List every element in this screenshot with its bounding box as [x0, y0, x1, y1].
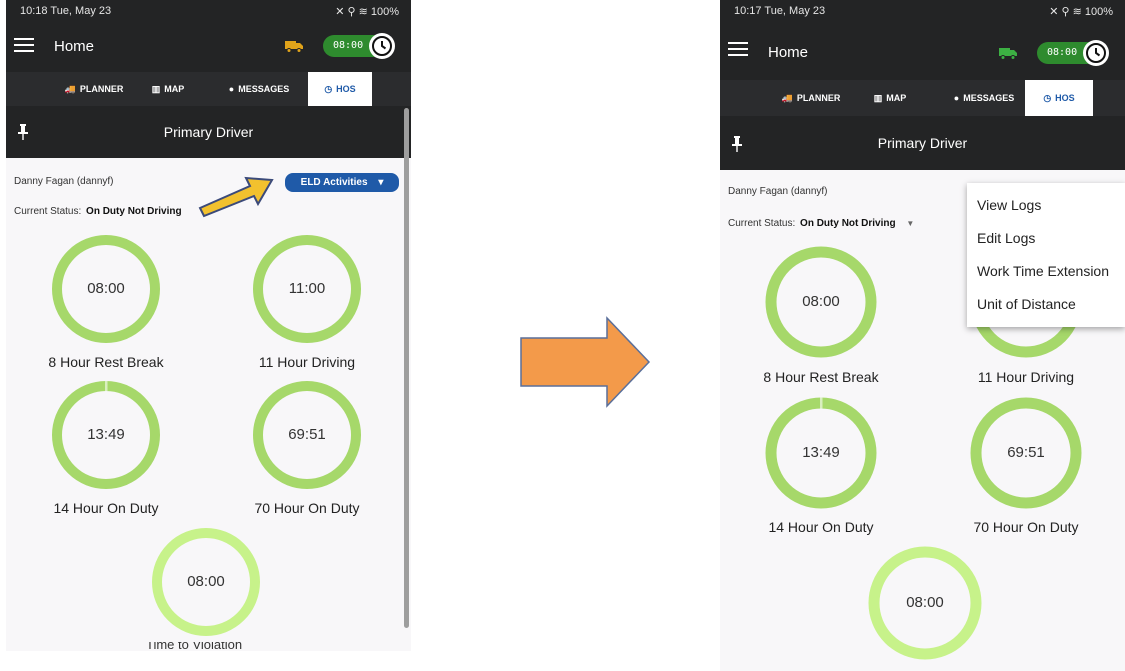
- gauge-value: 08:00: [87, 280, 125, 297]
- app-bar: Home 08:00: [6, 22, 411, 72]
- status-value: On Duty Not Driving: [800, 218, 896, 229]
- gauge-value: 69:51: [288, 426, 326, 443]
- tab-bar: 🚚 PLANNER ▥ MAP ● MESSAGES ◷ HOS: [720, 80, 1125, 116]
- gauge-on-duty-14: 13:49: [51, 380, 161, 490]
- left-screenshot: 10:18 Tue, May 23 ✕ ⚲ ≋ 100% Home 08:00 …: [6, 0, 411, 651]
- app-bar: Home 08:00: [720, 22, 1125, 80]
- tab-hos[interactable]: ◷ HOS: [1025, 80, 1093, 116]
- tab-messages[interactable]: ● MESSAGES: [211, 72, 307, 106]
- driver-bar-title: Primary Driver: [877, 135, 968, 151]
- eld-activities-menu: View Logs Edit Logs Work Time Extension …: [967, 183, 1125, 327]
- map-icon: ▥: [151, 84, 161, 94]
- chat-icon: ●: [228, 84, 235, 94]
- gauge-on-duty-70: 69:51: [970, 397, 1082, 509]
- clock-tab-icon: ◷: [324, 84, 333, 94]
- current-status: Current Status: On Duty Not Driving: [14, 206, 182, 217]
- gauge-on-duty-14: 13:49: [765, 397, 877, 509]
- tab-messages[interactable]: ● MESSAGES: [934, 80, 1034, 116]
- tab-label: MESSAGES: [963, 93, 1015, 103]
- gauge-value: 11:00: [288, 280, 326, 297]
- status-icons: ✕ ⚲ ≋ 100%: [1049, 6, 1113, 18]
- status-icons: ✕ ⚲ ≋ 100%: [335, 6, 399, 18]
- gauge-value: 69:51: [1007, 444, 1045, 461]
- clock-tab-icon: ◷: [1043, 93, 1052, 103]
- gauge-value: 13:49: [87, 426, 125, 443]
- menu-item-work-time-extension[interactable]: Work Time Extension: [977, 263, 1109, 279]
- scrollbar[interactable]: [404, 108, 409, 628]
- map-icon: ▥: [873, 93, 883, 103]
- gauge-time-to-violation: 08:00: [151, 527, 261, 637]
- tab-label: MAP: [886, 93, 907, 103]
- gauge-label: 70 Hour On Duty: [973, 519, 1079, 535]
- eld-activities-button[interactable]: ELD Activities ▾: [285, 173, 399, 192]
- tab-map[interactable]: ▥ MAP: [138, 72, 198, 106]
- tab-label: HOS: [1055, 93, 1075, 103]
- gauge-driving: 11:00: [252, 234, 362, 344]
- menu-item-view-logs[interactable]: View Logs: [977, 197, 1041, 213]
- gauge-on-duty-70: 69:51: [252, 380, 362, 490]
- status-value: On Duty Not Driving: [86, 206, 182, 217]
- gauge-label: 70 Hour On Duty: [254, 500, 360, 516]
- tab-hos[interactable]: ◷ HOS: [308, 72, 372, 106]
- menu-icon[interactable]: [728, 41, 748, 57]
- status-bar: 10:17 Tue, May 23 ✕ ⚲ ≋ 100%: [720, 0, 1125, 22]
- tab-bar: 🚚 PLANNER ▥ MAP ● MESSAGES ◷ HOS: [6, 72, 411, 106]
- gauge-label: 8 Hour Rest Break: [48, 354, 164, 370]
- status-label: Current Status:: [728, 218, 796, 229]
- chevron-down-icon: ▾: [378, 177, 384, 188]
- driver-bar-title: Primary Driver: [163, 124, 254, 140]
- driver-bar: Primary Driver: [720, 116, 1125, 170]
- truck-tab-icon: 🚚: [781, 93, 793, 103]
- driver-name: Danny Fagan (dannyf): [14, 176, 114, 187]
- gauge-label: 11 Hour Driving: [258, 354, 356, 370]
- menu-icon[interactable]: [14, 37, 34, 53]
- tab-label: HOS: [336, 84, 356, 94]
- gauge-rest-break: 08:00: [51, 234, 161, 344]
- tab-label: PLANNER: [79, 84, 124, 94]
- right-screenshot: 10:17 Tue, May 23 ✕ ⚲ ≋ 100% Home 08:00 …: [720, 0, 1125, 671]
- gauge-label: Time to Violation: [146, 642, 243, 651]
- tab-planner[interactable]: 🚚 PLANNER: [52, 72, 136, 106]
- gauge-label-cutoff: Time to Violation: [146, 642, 242, 651]
- truck-icon[interactable]: [285, 39, 303, 53]
- gauge-label: 14 Hour On Duty: [53, 500, 159, 516]
- driver-name: Danny Fagan (dannyf): [728, 186, 828, 197]
- gauge-label: 14 Hour On Duty: [768, 519, 874, 535]
- gauge-value: 08:00: [802, 293, 840, 310]
- tab-label: MESSAGES: [238, 84, 290, 94]
- chevron-down-icon[interactable]: ▼: [906, 219, 914, 228]
- gauge-label: 11 Hour Driving: [977, 369, 1075, 385]
- app-title: Home: [768, 44, 809, 61]
- gauge-value: 08:00: [187, 573, 225, 590]
- driver-bar: Primary Driver: [6, 106, 411, 158]
- menu-item-edit-logs[interactable]: Edit Logs: [977, 230, 1035, 246]
- app-title: Home: [54, 38, 95, 55]
- menu-item-unit-of-distance[interactable]: Unit of Distance: [977, 296, 1076, 312]
- gauge-value: 08:00: [906, 594, 944, 611]
- pointer-arrow-icon: [198, 176, 274, 218]
- clock-icon[interactable]: [1083, 40, 1109, 66]
- status-label: Current Status:: [14, 206, 82, 217]
- gauge-value: 13:49: [802, 444, 840, 461]
- tab-label: PLANNER: [796, 93, 841, 103]
- tab-map[interactable]: ▥ MAP: [860, 80, 920, 116]
- status-time: 10:17 Tue, May 23: [734, 5, 826, 17]
- transition-arrow-icon: [520, 316, 651, 408]
- tab-planner[interactable]: 🚚 PLANNER: [766, 80, 856, 116]
- truck-tab-icon: 🚚: [64, 84, 76, 94]
- truck-icon[interactable]: [999, 46, 1017, 60]
- gauge-time-to-violation: 08:00: [868, 546, 982, 660]
- tab-label: MAP: [164, 84, 185, 94]
- gauge-rest-break: 08:00: [765, 246, 877, 358]
- status-time: 10:18 Tue, May 23: [20, 5, 112, 17]
- chat-icon: ●: [953, 93, 960, 103]
- eld-activities-label: ELD Activities: [300, 177, 368, 188]
- status-bar: 10:18 Tue, May 23 ✕ ⚲ ≋ 100%: [6, 0, 411, 22]
- current-status: Current Status: On Duty Not Driving ▼: [728, 218, 914, 229]
- clock-icon[interactable]: [369, 33, 395, 59]
- gauge-label: 8 Hour Rest Break: [763, 369, 879, 385]
